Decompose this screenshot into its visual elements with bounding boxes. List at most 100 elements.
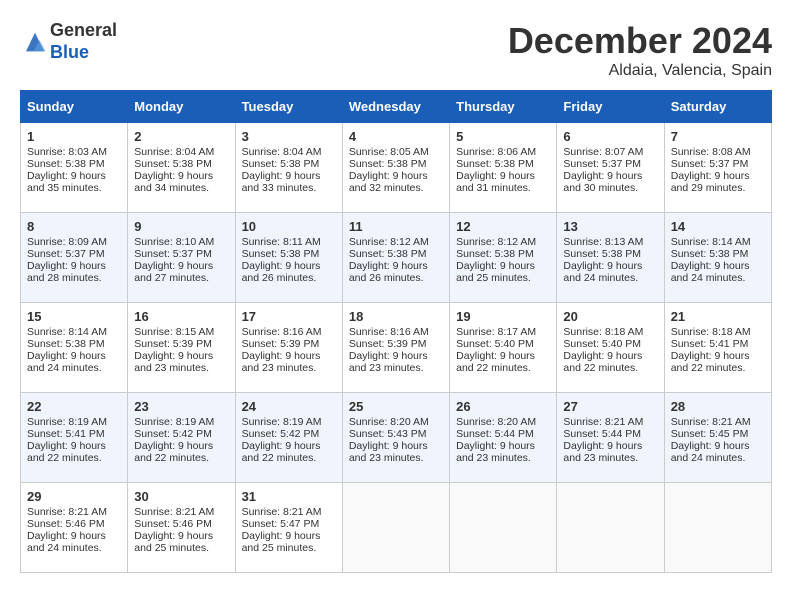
calendar-cell: 23Sunrise: 8:19 AMSunset: 5:42 PMDayligh… bbox=[128, 393, 235, 483]
sunrise-time: Sunrise: 8:08 AM bbox=[671, 146, 751, 158]
day-number: 16 bbox=[134, 309, 228, 324]
sunrise-time: Sunrise: 8:04 AM bbox=[134, 146, 214, 158]
sunset-time: Sunset: 5:38 PM bbox=[456, 248, 534, 260]
sunrise-time: Sunrise: 8:20 AM bbox=[456, 416, 536, 428]
calendar-cell: 29Sunrise: 8:21 AMSunset: 5:46 PMDayligh… bbox=[21, 483, 128, 573]
sunrise-time: Sunrise: 8:07 AM bbox=[563, 146, 643, 158]
daylight-hours: Daylight: 9 hours and 23 minutes. bbox=[242, 350, 321, 374]
day-number: 29 bbox=[27, 489, 121, 504]
daylight-hours: Daylight: 9 hours and 25 minutes. bbox=[242, 530, 321, 554]
sunset-time: Sunset: 5:38 PM bbox=[563, 248, 641, 260]
day-number: 10 bbox=[242, 219, 336, 234]
day-number: 4 bbox=[349, 129, 443, 144]
daylight-hours: Daylight: 9 hours and 27 minutes. bbox=[134, 260, 213, 284]
daylight-hours: Daylight: 9 hours and 22 minutes. bbox=[134, 440, 213, 464]
logo: General Blue bbox=[20, 20, 117, 63]
col-thursday: Thursday bbox=[450, 91, 557, 123]
sunrise-time: Sunrise: 8:21 AM bbox=[671, 416, 751, 428]
sunrise-time: Sunrise: 8:18 AM bbox=[563, 326, 643, 338]
sunrise-time: Sunrise: 8:16 AM bbox=[349, 326, 429, 338]
sunrise-time: Sunrise: 8:21 AM bbox=[134, 506, 214, 518]
month-title: December 2024 bbox=[508, 20, 772, 62]
daylight-hours: Daylight: 9 hours and 22 minutes. bbox=[27, 440, 106, 464]
col-friday: Friday bbox=[557, 91, 664, 123]
daylight-hours: Daylight: 9 hours and 33 minutes. bbox=[242, 170, 321, 194]
day-number: 23 bbox=[134, 399, 228, 414]
day-number: 27 bbox=[563, 399, 657, 414]
calendar-cell: 8Sunrise: 8:09 AMSunset: 5:37 PMDaylight… bbox=[21, 213, 128, 303]
daylight-hours: Daylight: 9 hours and 31 minutes. bbox=[456, 170, 535, 194]
day-number: 9 bbox=[134, 219, 228, 234]
sunset-time: Sunset: 5:43 PM bbox=[349, 428, 427, 440]
calendar-cell: 27Sunrise: 8:21 AMSunset: 5:44 PMDayligh… bbox=[557, 393, 664, 483]
day-number: 24 bbox=[242, 399, 336, 414]
calendar-cell: 5Sunrise: 8:06 AMSunset: 5:38 PMDaylight… bbox=[450, 123, 557, 213]
calendar-cell: 24Sunrise: 8:19 AMSunset: 5:42 PMDayligh… bbox=[235, 393, 342, 483]
sunrise-time: Sunrise: 8:19 AM bbox=[134, 416, 214, 428]
sunset-time: Sunset: 5:38 PM bbox=[671, 248, 749, 260]
day-number: 28 bbox=[671, 399, 765, 414]
daylight-hours: Daylight: 9 hours and 23 minutes. bbox=[349, 440, 428, 464]
calendar-cell: 28Sunrise: 8:21 AMSunset: 5:45 PMDayligh… bbox=[664, 393, 771, 483]
calendar-week-4: 22Sunrise: 8:19 AMSunset: 5:41 PMDayligh… bbox=[21, 393, 772, 483]
calendar-week-1: 1Sunrise: 8:03 AMSunset: 5:38 PMDaylight… bbox=[21, 123, 772, 213]
sunrise-time: Sunrise: 8:06 AM bbox=[456, 146, 536, 158]
sunset-time: Sunset: 5:42 PM bbox=[242, 428, 320, 440]
sunset-time: Sunset: 5:46 PM bbox=[27, 518, 105, 530]
sunset-time: Sunset: 5:40 PM bbox=[563, 338, 641, 350]
daylight-hours: Daylight: 9 hours and 23 minutes. bbox=[134, 350, 213, 374]
calendar-cell bbox=[342, 483, 449, 573]
daylight-hours: Daylight: 9 hours and 34 minutes. bbox=[134, 170, 213, 194]
col-saturday: Saturday bbox=[664, 91, 771, 123]
daylight-hours: Daylight: 9 hours and 23 minutes. bbox=[349, 350, 428, 374]
day-number: 14 bbox=[671, 219, 765, 234]
daylight-hours: Daylight: 9 hours and 25 minutes. bbox=[134, 530, 213, 554]
day-number: 2 bbox=[134, 129, 228, 144]
calendar-cell: 13Sunrise: 8:13 AMSunset: 5:38 PMDayligh… bbox=[557, 213, 664, 303]
sunrise-time: Sunrise: 8:21 AM bbox=[27, 506, 107, 518]
sunset-time: Sunset: 5:41 PM bbox=[27, 428, 105, 440]
sunrise-time: Sunrise: 8:14 AM bbox=[27, 326, 107, 338]
calendar-cell: 20Sunrise: 8:18 AMSunset: 5:40 PMDayligh… bbox=[557, 303, 664, 393]
sunset-time: Sunset: 5:38 PM bbox=[134, 158, 212, 170]
calendar-cell: 2 Sunrise: 8:04 AMSunset: 5:38 PMDaylight… bbox=[128, 123, 235, 213]
day-number: 5 bbox=[456, 129, 550, 144]
col-wednesday: Wednesday bbox=[342, 91, 449, 123]
sunset-time: Sunset: 5:40 PM bbox=[456, 338, 534, 350]
sunset-time: Sunset: 5:39 PM bbox=[349, 338, 427, 350]
day-number: 15 bbox=[27, 309, 121, 324]
sunset-time: Sunset: 5:38 PM bbox=[349, 248, 427, 260]
sunset-time: Sunset: 5:47 PM bbox=[242, 518, 320, 530]
calendar-cell: 25Sunrise: 8:20 AMSunset: 5:43 PMDayligh… bbox=[342, 393, 449, 483]
day-number: 6 bbox=[563, 129, 657, 144]
day-number: 12 bbox=[456, 219, 550, 234]
calendar-cell: 12Sunrise: 8:12 AMSunset: 5:38 PMDayligh… bbox=[450, 213, 557, 303]
calendar-cell: 31 Sunrise: 8:21 AMSunset: 5:47 PMDayligh… bbox=[235, 483, 342, 573]
calendar-cell: 21Sunrise: 8:18 AMSunset: 5:41 PMDayligh… bbox=[664, 303, 771, 393]
daylight-hours: Daylight: 9 hours and 23 minutes. bbox=[456, 440, 535, 464]
day-number: 31 bbox=[242, 489, 336, 504]
sunrise-time: Sunrise: 8:19 AM bbox=[242, 416, 322, 428]
sunrise-time: Sunrise: 8:21 AM bbox=[242, 506, 322, 518]
day-number: 25 bbox=[349, 399, 443, 414]
daylight-hours: Daylight: 9 hours and 24 minutes. bbox=[563, 260, 642, 284]
sunset-time: Sunset: 5:38 PM bbox=[27, 158, 105, 170]
day-number: 8 bbox=[27, 219, 121, 234]
calendar-cell: 18 Sunrise: 8:16 AMSunset: 5:39 PMDayligh… bbox=[342, 303, 449, 393]
daylight-hours: Daylight: 9 hours and 24 minutes. bbox=[671, 260, 750, 284]
sunrise-time: Sunrise: 8:11 AM bbox=[242, 236, 321, 248]
day-number: 18 bbox=[349, 309, 443, 324]
day-number: 20 bbox=[563, 309, 657, 324]
daylight-hours: Daylight: 9 hours and 22 minutes. bbox=[456, 350, 535, 374]
title-section: December 2024 Aldaia, Valencia, Spain bbox=[508, 20, 772, 80]
day-number: 30 bbox=[134, 489, 228, 504]
daylight-hours: Daylight: 9 hours and 26 minutes. bbox=[349, 260, 428, 284]
calendar-cell bbox=[450, 483, 557, 573]
logo-general: General bbox=[50, 20, 117, 40]
sunrise-time: Sunrise: 8:09 AM bbox=[27, 236, 107, 248]
daylight-hours: Daylight: 9 hours and 25 minutes. bbox=[456, 260, 535, 284]
header-row: Sunday Monday Tuesday Wednesday Thursday… bbox=[21, 91, 772, 123]
calendar-cell bbox=[557, 483, 664, 573]
sunset-time: Sunset: 5:38 PM bbox=[242, 248, 320, 260]
calendar-cell: 30Sunrise: 8:21 AMSunset: 5:46 PMDayligh… bbox=[128, 483, 235, 573]
